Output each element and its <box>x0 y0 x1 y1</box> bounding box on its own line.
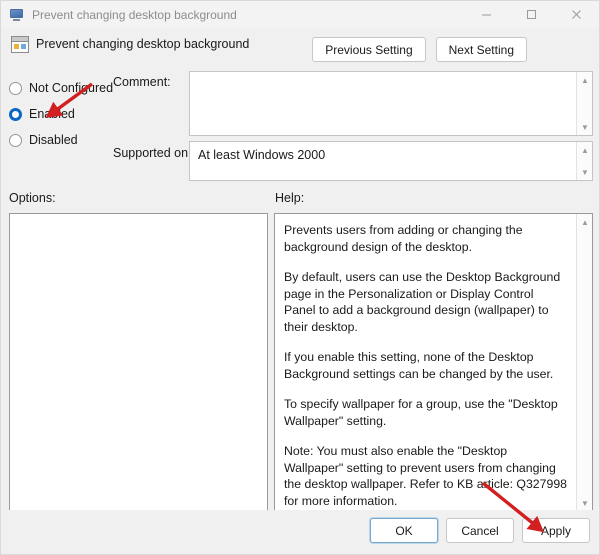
help-paragraph: If you enable this setting, none of the … <box>284 350 554 381</box>
options-label: Options: <box>9 191 56 205</box>
supported-on-value: At least Windows 2000 <box>198 148 326 162</box>
radio-disabled-indicator[interactable] <box>9 133 22 147</box>
radio-enabled-label: Enabled <box>29 107 75 121</box>
comment-input[interactable]: ▲ ▼ <box>189 71 593 136</box>
scroll-up-icon[interactable]: ▲ <box>577 73 593 87</box>
options-panel[interactable] <box>9 213 268 512</box>
radio-enabled-indicator[interactable] <box>9 107 22 121</box>
help-paragraph: Note: You must also enable the "Desktop … <box>284 444 567 508</box>
supported-on-field[interactable]: At least Windows 2000 ▲ ▼ <box>189 141 593 181</box>
radio-not-configured-label: Not Configured <box>29 81 114 95</box>
help-label: Help: <box>275 191 305 205</box>
setting-title: Prevent changing desktop background <box>36 37 250 51</box>
radio-disabled-label: Disabled <box>29 133 78 147</box>
setting-navigation: Previous Setting Next Setting <box>312 37 527 62</box>
radio-not-configured-indicator[interactable] <box>9 81 22 95</box>
scroll-down-icon[interactable]: ▼ <box>577 120 593 134</box>
help-text: Prevents users from adding or changing t… <box>275 214 578 511</box>
group-policy-setting-dialog: Prevent changing desktop background Prev… <box>0 0 600 555</box>
window-controls <box>464 1 599 28</box>
help-panel: Prevents users from adding or changing t… <box>274 213 593 512</box>
cancel-button[interactable]: Cancel <box>446 518 514 543</box>
radio-enabled[interactable]: Enabled <box>9 101 114 127</box>
help-paragraph: By default, users can use the Desktop Ba… <box>284 270 561 334</box>
maximize-icon[interactable] <box>509 1 554 28</box>
dialog-action-buttons: OK Cancel Apply <box>370 518 590 543</box>
state-radio-group: Not Configured Enabled Disabled <box>9 75 114 153</box>
setting-header: Prevent changing desktop background Prev… <box>1 28 599 72</box>
radio-disabled[interactable]: Disabled <box>9 127 114 153</box>
scroll-down-icon[interactable]: ▼ <box>577 165 593 179</box>
monitor-icon <box>9 7 25 23</box>
close-icon[interactable] <box>554 1 599 28</box>
radio-not-configured[interactable]: Not Configured <box>9 75 114 101</box>
scroll-up-icon[interactable]: ▲ <box>577 215 592 229</box>
apply-button[interactable]: Apply <box>522 518 590 543</box>
help-paragraph: To specify wallpaper for a group, use th… <box>284 397 558 428</box>
minimize-icon[interactable] <box>464 1 509 28</box>
ok-button[interactable]: OK <box>370 518 438 543</box>
scroll-down-icon[interactable]: ▼ <box>577 496 592 510</box>
next-setting-button[interactable]: Next Setting <box>435 37 527 62</box>
window-title: Prevent changing desktop background <box>32 7 237 22</box>
supported-on-scrollbar[interactable]: ▲ ▼ <box>576 142 592 180</box>
comment-scrollbar[interactable]: ▲ ▼ <box>576 72 592 135</box>
title-bar: Prevent changing desktop background <box>1 1 599 28</box>
policy-setting-icon <box>11 36 29 53</box>
comment-label: Comment: <box>113 75 171 89</box>
previous-setting-button[interactable]: Previous Setting <box>312 37 426 62</box>
dialog-footer: OK Cancel Apply <box>1 510 599 554</box>
help-paragraph: Prevents users from adding or changing t… <box>284 223 523 254</box>
scroll-up-icon[interactable]: ▲ <box>577 143 593 157</box>
help-scrollbar[interactable]: ▲ ▼ <box>576 214 592 511</box>
supported-on-label: Supported on: <box>113 146 192 160</box>
